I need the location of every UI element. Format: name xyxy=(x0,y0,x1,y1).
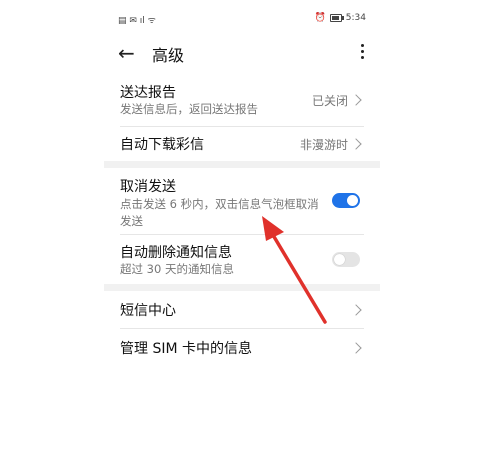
setting-auto-download-mms[interactable]: 自动下载彩信 非漫游时 xyxy=(104,128,380,158)
divider xyxy=(120,126,364,127)
setting-auto-delete-notifications: 自动删除通知信息 超过 30 天的通知信息 xyxy=(104,240,380,280)
battery-icon xyxy=(329,14,344,22)
setting-value: 已关闭 xyxy=(311,94,348,108)
cancel-send-toggle[interactable] xyxy=(332,193,360,208)
setting-manage-sim-messages[interactable]: 管理 SIM 卡中的信息 xyxy=(104,334,380,364)
app-header: ← 高级 xyxy=(104,38,380,68)
setting-label: 自动下载彩信 xyxy=(120,137,204,153)
setting-delivery-report[interactable]: 送达报告 发送信息后，返回送达报告 已关闭 xyxy=(104,80,380,124)
settings-screen: ▤ ✉ ıl ᯤ ⏰ 5:34 ← 高级 送达报告 发送信息后，返回送达报告 已… xyxy=(104,0,380,460)
setting-sms-center[interactable]: 短信中心 xyxy=(104,296,380,326)
divider xyxy=(120,328,364,329)
chevron-right-icon xyxy=(350,342,362,354)
setting-cancel-send: 取消发送 点击发送 6 秒内，双击信息气泡框取消发送 xyxy=(104,174,380,232)
section-gap xyxy=(104,284,380,291)
setting-label: 管理 SIM 卡中的信息 xyxy=(120,341,252,357)
divider xyxy=(120,234,364,235)
chevron-right-icon xyxy=(350,304,362,316)
auto-delete-toggle[interactable] xyxy=(332,252,360,267)
setting-label: 送达报告 xyxy=(120,85,176,101)
section-gap xyxy=(104,161,380,168)
setting-subtitle: 发送信息后，返回送达报告 xyxy=(120,102,258,116)
setting-label: 自动删除通知信息 xyxy=(120,245,232,261)
status-icons: ▤ ✉ ıl ᯤ xyxy=(118,16,156,26)
setting-subtitle: 点击发送 6 秒内，双击信息气泡框取消发送 xyxy=(120,197,319,228)
alarm-icon: ⏰ xyxy=(314,13,326,23)
page-title: 高级 xyxy=(152,46,185,65)
setting-value: 非漫游时 xyxy=(299,138,348,152)
setting-label: 取消发送 xyxy=(120,179,176,195)
chevron-right-icon xyxy=(350,138,362,150)
arrow-left-icon[interactable]: ← xyxy=(118,40,135,66)
status-time: 5:34 xyxy=(345,13,366,23)
status-bar: ▤ ✉ ıl ᯤ ⏰ 5:34 xyxy=(104,12,380,28)
more-vertical-icon[interactable] xyxy=(360,42,364,62)
chevron-right-icon xyxy=(350,94,362,106)
setting-label: 短信中心 xyxy=(120,303,176,319)
setting-subtitle: 超过 30 天的通知信息 xyxy=(120,262,234,276)
